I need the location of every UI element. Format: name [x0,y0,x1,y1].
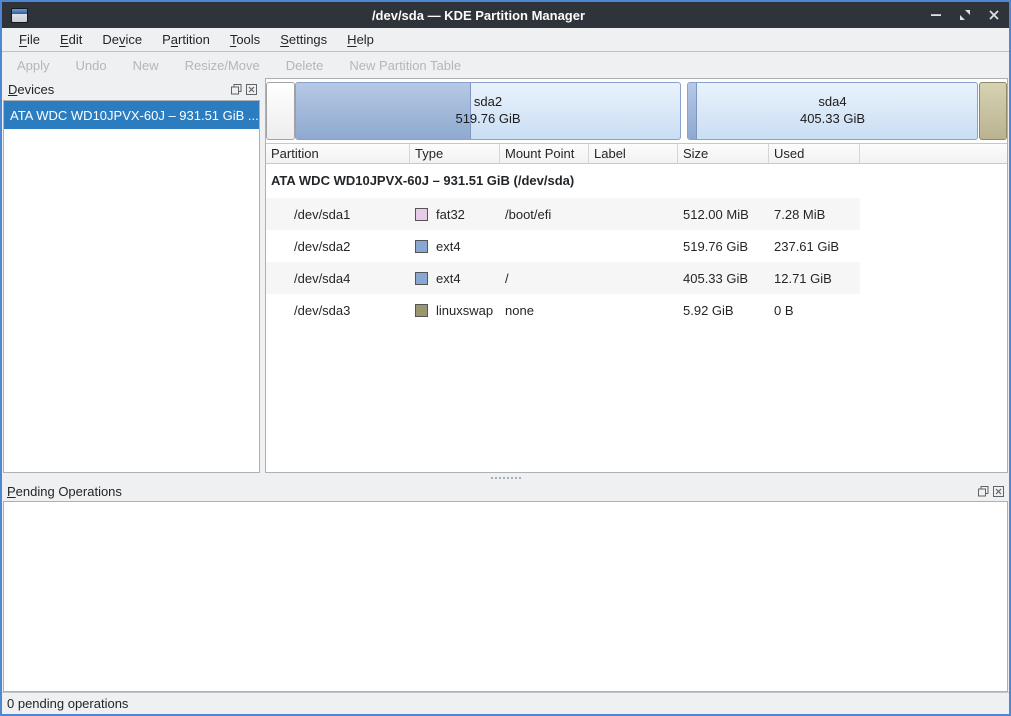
used-space-fill [688,83,697,139]
column-header-type[interactable]: Type [410,144,500,163]
pending-operations-title: Pending Operations [7,484,977,499]
filesystem-color-swatch [415,208,428,221]
app-window: /dev/sda — KDE Partition Manager FileEdi… [0,0,1011,716]
window-title: /dev/sda — KDE Partition Manager [28,8,929,23]
filesystem-color-swatch [415,240,428,253]
type-cell: ext4 [410,271,500,286]
devices-float-icon[interactable] [230,83,242,95]
toolbar-undo-button[interactable]: Undo [67,56,116,75]
used-space-fill [296,83,471,139]
toolbar-new-partition-table-button[interactable]: New Partition Table [340,56,470,75]
partition-table: PartitionTypeMount PointLabelSizeUsed AT… [266,143,1007,472]
menu-device[interactable]: Device [92,30,152,49]
partition-segment-sda2[interactable]: sda2519.76 GiB [295,82,681,140]
used-cell: 0 B [769,303,860,318]
devices-panel-titlebar: Devices [2,78,262,100]
type-cell: fat32 [410,207,500,222]
pending-float-icon[interactable] [977,486,989,498]
mount-point-cell: none [500,303,589,318]
size-cell: 405.33 GiB [678,271,769,286]
partition-segment-sda1[interactable] [266,82,295,140]
filesystem-color-swatch [415,304,428,317]
menu-help[interactable]: Help [337,30,384,49]
devices-panel: Devices ATA WDC WD10JPVX-60J – 931.51 Gi… [2,78,262,473]
pending-operations-panel: Pending Operations [2,482,1009,692]
app-menu-icon[interactable] [11,8,28,23]
partition-cell: /dev/sda1 [266,207,410,222]
titlebar: /dev/sda — KDE Partition Manager [2,2,1009,28]
column-header-size[interactable]: Size [678,144,769,163]
filesystem-color-swatch [415,272,428,285]
device-list-item[interactable]: ATA WDC WD10JPVX-60J – 931.51 GiB ... [4,101,259,129]
menu-tools[interactable]: Tools [220,30,270,49]
window-controls [929,9,1000,22]
column-header-partition[interactable]: Partition [266,144,410,163]
partition-row-sda3[interactable]: /dev/sda3linuxswapnone 5.92 GiB0 B [266,294,860,326]
devices-list: ATA WDC WD10JPVX-60J – 931.51 GiB ... [3,100,260,473]
partition-segment-sda3[interactable] [979,82,1007,140]
horizontal-splitter[interactable] [2,473,1009,482]
pending-operations-titlebar: Pending Operations [2,482,1009,501]
toolbar: Apply Undo New Resize/Move Delete New Partiti… [2,52,1009,78]
partition-row-sda1[interactable]: /dev/sda1fat32/boot/efi 512.00 MiB7.28 Mi… [266,198,860,230]
partition-bar: sda2519.76 GiB sda4405.33 GiB [266,79,1007,143]
column-header-filler [860,144,1007,163]
mount-point-cell: /boot/efi [500,207,589,222]
mount-point-cell: / [500,271,589,286]
column-header-label[interactable]: Label [589,144,678,163]
menu-edit[interactable]: Edit [50,30,92,49]
table-body: /dev/sda1fat32/boot/efi 512.00 MiB7.28 Mi… [266,198,1007,326]
toolbar-apply-button[interactable]: Apply [8,56,59,75]
column-header-mount-point[interactable]: Mount Point [500,144,589,163]
pending-close-icon[interactable] [992,486,1004,498]
segment-label: sda4405.33 GiB [800,94,865,128]
device-group-header[interactable]: ATA WDC WD10JPVX-60J – 931.51 GiB (/dev/… [266,164,1007,198]
pending-operations-content [3,501,1008,692]
toolbar-new-button[interactable]: New [124,56,168,75]
used-cell: 12.71 GiB [769,271,860,286]
partition-row-sda2[interactable]: /dev/sda2ext4 519.76 GiB237.61 GiB [266,230,860,262]
main-area: Devices ATA WDC WD10JPVX-60J – 931.51 Gi… [2,78,1009,473]
used-cell: 237.61 GiB [769,239,860,254]
menu-settings[interactable]: Settings [270,30,337,49]
devices-panel-title: Devices [8,82,230,97]
segment-label: sda2519.76 GiB [455,94,520,128]
type-cell: ext4 [410,239,500,254]
table-header: PartitionTypeMount PointLabelSizeUsed [266,144,1007,164]
toolbar-delete-button[interactable]: Delete [277,56,333,75]
type-cell: linuxswap [410,303,500,318]
partition-view: sda2519.76 GiB sda4405.33 GiB PartitionTy… [265,78,1008,473]
size-cell: 519.76 GiB [678,239,769,254]
menu-partition[interactable]: Partition [152,30,220,49]
partition-row-sda4[interactable]: /dev/sda4ext4/ 405.33 GiB12.71 GiB [266,262,860,294]
partition-cell: /dev/sda2 [266,239,410,254]
used-cell: 7.28 MiB [769,207,860,222]
maximize-button[interactable] [958,9,971,22]
column-header-used[interactable]: Used [769,144,860,163]
devices-close-icon[interactable] [245,83,257,95]
status-text: 0 pending operations [7,696,128,711]
close-icon[interactable] [987,9,1000,22]
partition-cell: /dev/sda3 [266,303,410,318]
partition-segment-sda4[interactable]: sda4405.33 GiB [687,82,978,140]
minimize-button[interactable] [929,9,942,22]
splitter-handle-icon [491,477,521,479]
menubar: FileEditDevicePartitionToolsSettingsHelp [2,28,1009,52]
toolbar-resize-move-button[interactable]: Resize/Move [176,56,269,75]
status-bar: 0 pending operations [2,692,1009,714]
menu-file[interactable]: File [9,30,50,49]
size-cell: 5.92 GiB [678,303,769,318]
partition-cell: /dev/sda4 [266,271,410,286]
size-cell: 512.00 MiB [678,207,769,222]
